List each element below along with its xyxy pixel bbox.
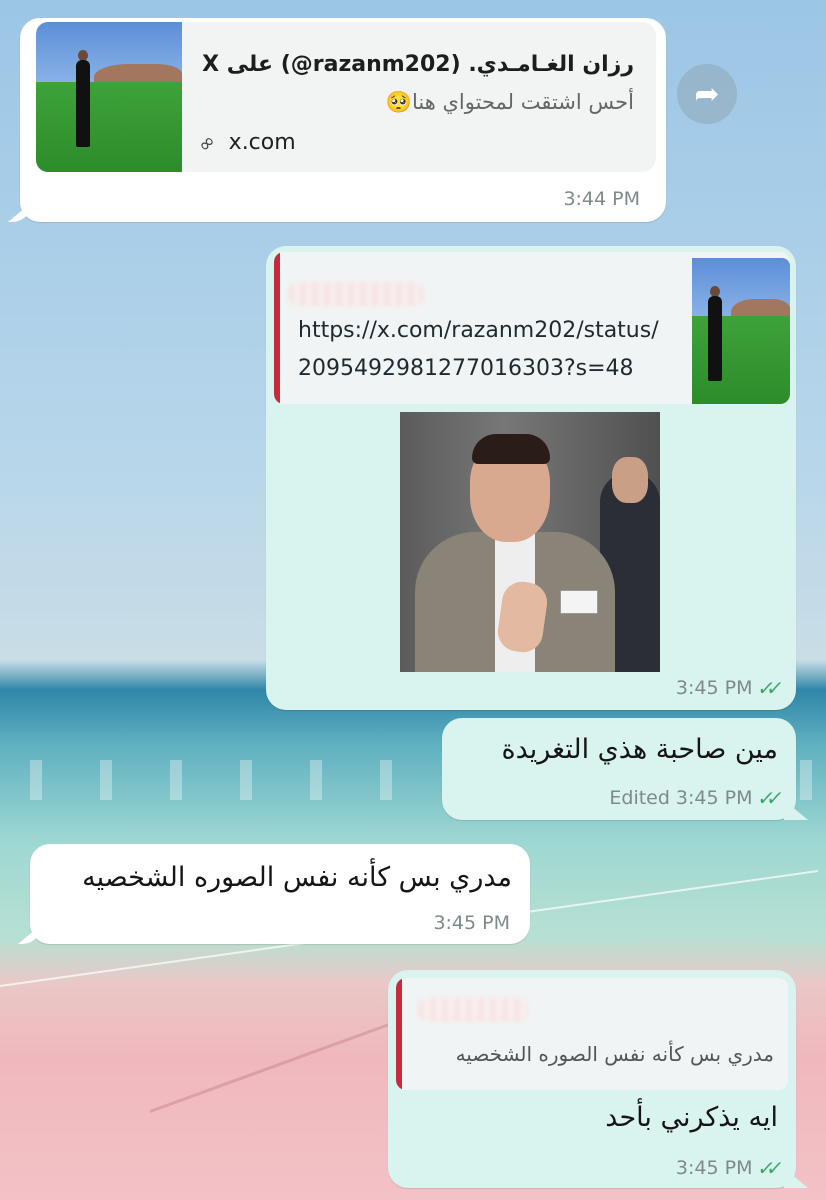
incoming-message-link-preview[interactable]: رزان الغـامـدي. (razanm202@) على X أحس ا… [20,18,666,222]
link-preview-domain-row[interactable]: ∞ x.com [192,128,296,157]
edited-label: Edited [609,787,670,809]
gif-image[interactable] [400,412,660,672]
link-preview-domain: x.com [228,130,296,155]
forward-button[interactable]: ➦ [677,64,737,124]
link-preview-thumbnail [36,22,182,172]
message-text: مين صاحبة هذي التغريدة [501,734,778,765]
redacted-sender-name [418,998,528,1022]
link-thumbnail [692,258,790,404]
message-time: Edited 3:45 PM ✓✓ [609,786,779,810]
reply-quote[interactable]: مدري بس كأنه نفس الصوره الشخصيه [396,978,788,1090]
link-quote-card[interactable]: https://x.com/razanm202/status/ 20954929… [274,252,790,404]
forward-arrow-icon: ➦ [694,76,720,112]
message-time: 3:45 PM ✓✓ [675,676,779,700]
link-icon: ∞ [191,128,221,157]
message-text: مدري بس كأنه نفس الصوره الشخصيه [82,862,512,893]
outgoing-message-reply[interactable]: مدري بس كأنه نفس الصوره الشخصيه ايه يذكر… [388,970,796,1188]
message-time: 3:45 PM [433,912,510,934]
message-time: 3:44 PM [563,188,640,210]
link-url-line2[interactable]: 2095492981277016303?s=48 [298,356,634,381]
link-url-line1[interactable]: https://x.com/razanm202/status/ [298,318,659,343]
message-text: ايه يذكرني بأحد [605,1102,778,1133]
quoted-message-text: مدري بس كأنه نفس الصوره الشخصيه [455,1042,774,1066]
message-time: 3:45 PM ✓✓ [675,1156,779,1180]
outgoing-message-text[interactable]: مين صاحبة هذي التغريدة Edited 3:45 PM ✓✓ [442,718,796,820]
incoming-message-text[interactable]: مدري بس كأنه نفس الصوره الشخصيه 3:45 PM [30,844,530,944]
quote-bar [274,252,280,404]
double-check-icon: ✓✓ [756,786,779,810]
double-check-icon: ✓✓ [756,676,779,700]
link-preview-title: رزان الغـامـدي. (razanm202@) على X [202,52,634,77]
double-check-icon: ✓✓ [756,1156,779,1180]
quote-bar [396,978,402,1090]
link-preview-card[interactable]: رزان الغـامـدي. (razanm202@) على X أحس ا… [36,22,656,172]
redacted-sender-name [288,282,424,306]
link-preview-description: أحس اشتقت لمحتواي هنا🥺 [385,90,634,114]
